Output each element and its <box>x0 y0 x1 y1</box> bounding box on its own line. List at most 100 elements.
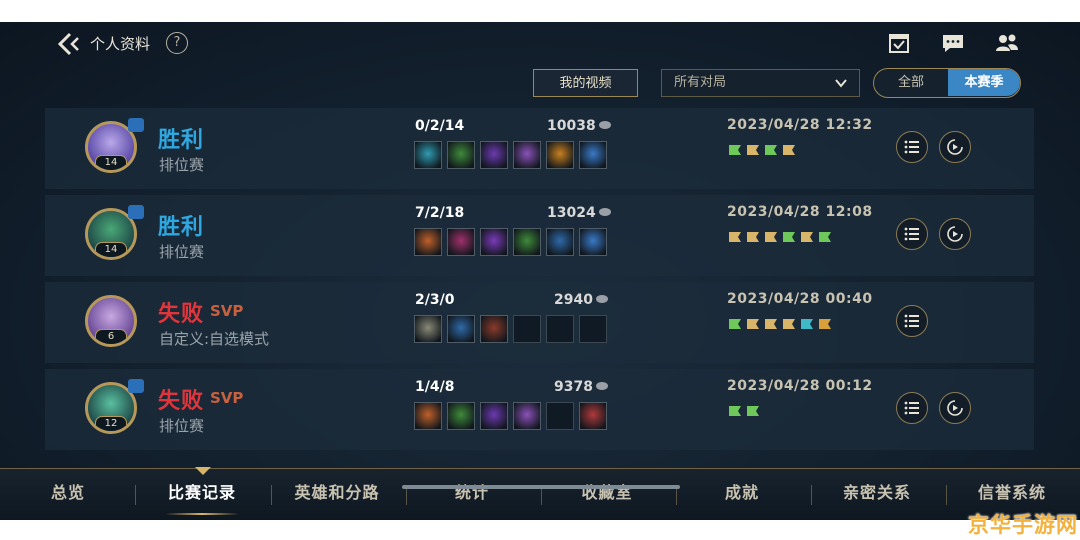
tab-stats[interactable]: 统计 <box>410 469 534 520</box>
tab-match-history[interactable]: 比赛记录 <box>140 469 264 520</box>
achievement-badge-icon <box>783 145 795 155</box>
level-badge: 14 <box>95 242 127 257</box>
match-date: 2023/04/28 00:40 <box>727 291 873 307</box>
achievement-badge-icon <box>765 232 777 242</box>
replay-icon <box>947 400 963 416</box>
champion-avatar: 6 <box>85 295 137 347</box>
achievement-badge-icon <box>747 319 759 329</box>
details-button[interactable] <box>896 131 928 163</box>
details-button[interactable] <box>896 218 928 250</box>
achievement-badge-icon <box>819 319 831 329</box>
match-type-value: 所有对局 <box>674 75 727 90</box>
tab-divider <box>811 485 812 505</box>
item-slot <box>546 228 574 256</box>
calendar-check-icon[interactable] <box>887 31 911 55</box>
item-slot <box>579 402 607 430</box>
tab-relationships[interactable]: 亲密关系 <box>815 469 939 520</box>
kda: 0/2/14 <box>415 118 465 134</box>
gold-earned: 2940 <box>554 292 608 308</box>
match-row[interactable]: 14 胜利 排位赛 0/2/14 10038 2023/04/28 12:32 <box>45 108 1034 189</box>
my-video-button[interactable]: 我的视频 <box>533 69 638 97</box>
achievement-badge-icon <box>765 145 777 155</box>
achievement-badge-icon <box>783 319 795 329</box>
help-icon[interactable]: ? <box>166 32 188 54</box>
replay-icon <box>947 139 963 155</box>
friends-icon[interactable] <box>995 31 1019 55</box>
match-result: 失败 <box>158 302 205 327</box>
watermark-text: 京华手游网 <box>968 513 1078 537</box>
tab-divider <box>271 485 272 505</box>
details-button[interactable] <box>896 305 928 337</box>
match-date: 2023/04/28 12:32 <box>727 117 873 133</box>
coin-icon <box>595 295 608 303</box>
match-row[interactable]: 12 失败 SVP 排位赛 1/4/8 9378 2023/04/28 00:1… <box>45 369 1034 450</box>
app-window: 个人资料 ? 我的视频 所有对局 全部 本赛季 14 胜利 排位赛 0/2/14… <box>0 22 1080 520</box>
item-slot <box>579 228 607 256</box>
item-slot <box>513 141 541 169</box>
achievement-badge-icon <box>747 406 759 416</box>
item-slot <box>447 228 475 256</box>
item-slot <box>447 315 475 343</box>
home-indicator <box>402 485 680 489</box>
tab-overview[interactable]: 总览 <box>20 469 116 520</box>
tab-divider <box>135 485 136 505</box>
item-slot <box>513 402 541 430</box>
back-arrow-icon[interactable] <box>56 32 82 56</box>
match-result: 失败 <box>158 389 205 414</box>
season-toggle: 全部 本赛季 <box>873 68 1021 98</box>
tab-label: 比赛记录 <box>167 483 236 502</box>
team-icon <box>128 118 144 132</box>
achievement-badge-icon <box>801 232 813 242</box>
item-slot <box>414 315 442 343</box>
level-badge: 14 <box>95 155 127 170</box>
chevron-down-icon <box>835 79 847 88</box>
match-result: 胜利 <box>158 128 205 153</box>
achievement-badge-icon <box>783 232 795 242</box>
item-slot <box>480 228 508 256</box>
gold-earned: 9378 <box>554 379 608 395</box>
tab-heroes-lanes[interactable]: 英雄和分路 <box>275 469 399 520</box>
tab-achievements[interactable]: 成就 <box>680 469 804 520</box>
level-badge: 12 <box>95 416 127 431</box>
coin-icon <box>598 208 611 216</box>
page-title: 个人资料 <box>90 35 151 53</box>
match-row[interactable]: 14 胜利 排位赛 7/2/18 13024 2023/04/28 12:08 <box>45 195 1034 276</box>
item-slot <box>546 141 574 169</box>
item-slot <box>414 228 442 256</box>
list-icon <box>904 401 919 415</box>
chat-icon[interactable] <box>941 31 965 55</box>
item-slot <box>414 141 442 169</box>
achievement-badge-icon <box>729 145 741 155</box>
gold-value: 9378 <box>554 379 593 395</box>
replay-button[interactable] <box>939 131 971 163</box>
empty-item-slot <box>546 315 574 343</box>
match-date: 2023/04/28 00:12 <box>727 378 873 394</box>
empty-item-slot <box>513 315 541 343</box>
toggle-season[interactable]: 本赛季 <box>948 69 1020 96</box>
item-slot <box>480 315 508 343</box>
tab-collection[interactable]: 收藏室 <box>545 469 669 520</box>
tab-underline <box>164 513 240 515</box>
match-date: 2023/04/28 12:08 <box>727 204 873 220</box>
empty-item-slot <box>546 402 574 430</box>
top-bar: 个人资料 ? <box>0 22 1080 66</box>
replay-icon <box>947 226 963 242</box>
toggle-all[interactable]: 全部 <box>874 69 948 96</box>
list-icon <box>904 140 919 154</box>
match-mode: 排位赛 <box>159 417 205 435</box>
kda: 1/4/8 <box>415 379 455 395</box>
gold-earned: 10038 <box>547 118 611 134</box>
item-slot <box>579 141 607 169</box>
match-mode: 自定义:自选模式 <box>159 330 270 348</box>
replay-button[interactable] <box>939 392 971 424</box>
match-mode: 排位赛 <box>159 156 205 174</box>
achievement-badge-icon <box>747 145 759 155</box>
bottom-tab-bar: 总览 比赛记录 英雄和分路 统计 收藏室 成就 亲密关系 信誉系统 <box>0 467 1080 520</box>
match-row[interactable]: 6 失败 SVP 自定义:自选模式 2/3/0 2940 2023/04/28 … <box>45 282 1034 363</box>
item-slot <box>447 402 475 430</box>
match-type-select[interactable]: 所有对局 <box>661 69 860 97</box>
list-icon <box>904 227 919 241</box>
achievement-badge-icon <box>765 319 777 329</box>
replay-button[interactable] <box>939 218 971 250</box>
details-button[interactable] <box>896 392 928 424</box>
